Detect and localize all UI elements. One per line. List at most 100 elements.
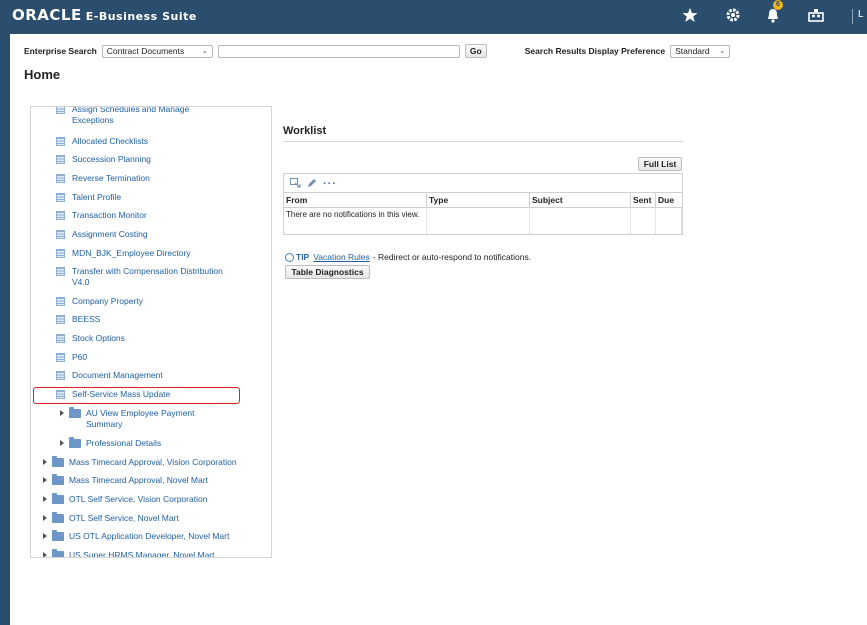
- nav-folder-mass-timecard-novel[interactable]: Mass Timecard Approval, Novel Mart: [43, 474, 208, 486]
- nav-item-talent-profile[interactable]: Talent Profile: [56, 192, 121, 203]
- go-button[interactable]: Go: [464, 44, 487, 58]
- table-cell: [630, 207, 656, 234]
- expand-triangle-icon[interactable]: [43, 477, 47, 483]
- favorites-star-icon[interactable]: [679, 4, 701, 26]
- nav-item-transaction-monitor[interactable]: Transaction Monitor: [56, 210, 147, 221]
- page-icon: [56, 267, 65, 276]
- nav-item-label: P60: [72, 352, 88, 362]
- nav-folder-us-super-hrms[interactable]: US Super HRMS Manager, Novel Mart: [43, 549, 215, 557]
- nav-folder-au-payment-summary[interactable]: AU View Employee Payment Summary: [60, 407, 210, 430]
- navigator-tree-panel: Assign Schedules and Manage Exceptions A…: [30, 106, 272, 558]
- nav-item-label: Company Property: [72, 296, 143, 306]
- folder-icon: [52, 474, 64, 485]
- table-header-row: From Type Subject Sent Due: [284, 192, 682, 208]
- nav-folder-professional-details[interactable]: Professional Details: [60, 437, 162, 449]
- notifications-bell-icon[interactable]: 6: [762, 0, 784, 26]
- nav-item-self-service-mass-update[interactable]: Self-Service Mass Update: [56, 389, 170, 400]
- expand-triangle-icon[interactable]: [43, 552, 47, 557]
- nav-item-label: Talent Profile: [72, 192, 122, 202]
- brand-name: ORACLE: [12, 6, 82, 24]
- toolbar-separator: [852, 9, 853, 24]
- people-group-icon[interactable]: [805, 4, 827, 26]
- nav-item-transfer-compensation[interactable]: Transfer with Compensation Distribution …: [56, 266, 236, 288]
- oracle-logo[interactable]: ORACLE E-Business Suite: [12, 6, 197, 24]
- nav-item-document-management[interactable]: Document Management: [56, 370, 163, 381]
- search-preference-label: Search Results Display Preference: [524, 46, 666, 56]
- nav-folder-mass-timecard-vision[interactable]: Mass Timecard Approval, Vision Corporati…: [43, 456, 237, 468]
- nav-item-assignment-costing[interactable]: Assignment Costing: [56, 229, 148, 240]
- nav-item-succession-planning[interactable]: Succession Planning: [56, 154, 151, 165]
- edit-pencil-icon[interactable]: [307, 178, 317, 190]
- column-header-due[interactable]: Due: [655, 192, 682, 208]
- nav-item-employee-directory[interactable]: MDN_BJK_Employee Directory: [56, 248, 191, 259]
- expand-triangle-icon[interactable]: [60, 410, 64, 416]
- expand-triangle-icon[interactable]: [43, 459, 47, 465]
- folder-icon: [52, 493, 64, 504]
- folder-icon: [52, 530, 64, 541]
- nav-item-reverse-termination[interactable]: Reverse Termination: [56, 173, 150, 184]
- user-menu[interactable]: L: [858, 9, 864, 20]
- folder-icon: [52, 512, 64, 523]
- worklist-divider: [283, 141, 683, 142]
- table-cell: [426, 207, 530, 234]
- column-header-from[interactable]: From: [284, 192, 427, 208]
- nav-item-allocated-checklists[interactable]: Allocated Checklists: [56, 136, 148, 147]
- page-icon: [56, 297, 65, 306]
- tip-text: - Redirect or auto-respond to notificati…: [372, 252, 532, 262]
- page-icon: [56, 390, 65, 399]
- expand-triangle-icon[interactable]: [43, 515, 47, 521]
- nav-item-label: Transaction Monitor: [72, 210, 147, 220]
- nav-item-label: US OTL Application Developer, Novel Mart: [69, 531, 230, 541]
- nav-folder-otl-novel[interactable]: OTL Self Service, Novel Mart: [43, 512, 179, 524]
- nav-item-p60[interactable]: P60: [56, 352, 87, 363]
- page-icon: [56, 193, 65, 202]
- chevron-down-icon: ⌄: [201, 47, 208, 55]
- nav-item-label: Stock Options: [72, 333, 125, 343]
- page-icon: [56, 315, 65, 324]
- more-actions-icon[interactable]: ···: [323, 178, 337, 190]
- page-icon: [56, 137, 65, 146]
- page-icon: [56, 334, 65, 343]
- worklist-toolbar: ···: [290, 178, 337, 190]
- notification-count-badge: 6: [773, 0, 783, 10]
- nav-item-label: Mass Timecard Approval, Novel Mart: [69, 475, 208, 485]
- column-header-sent[interactable]: Sent: [630, 192, 656, 208]
- nav-folder-otl-vision[interactable]: OTL Self Service, Vision Corporation: [43, 493, 207, 505]
- search-category-select[interactable]: Contract Documents ⌄: [101, 44, 213, 58]
- nav-item-stock-options[interactable]: Stock Options: [56, 333, 125, 344]
- full-list-button[interactable]: Full List: [638, 157, 682, 171]
- tip-check-icon: [285, 252, 294, 262]
- nav-item-company-property[interactable]: Company Property: [56, 296, 143, 307]
- nav-item-label: Transfer with Compensation Distribution …: [72, 266, 223, 287]
- expand-triangle-icon[interactable]: [43, 533, 47, 539]
- column-header-subject[interactable]: Subject: [529, 192, 631, 208]
- table-diagnostics-button[interactable]: Table Diagnostics: [285, 265, 370, 279]
- nav-item-assign-schedules[interactable]: Assign Schedules and Manage Exceptions: [56, 106, 226, 126]
- empty-message: There are no notifications in this view.: [284, 207, 427, 234]
- chevron-down-icon: ⌄: [719, 47, 726, 55]
- nav-item-beess[interactable]: BEESS: [56, 314, 100, 325]
- nav-item-label: Allocated Checklists: [72, 136, 149, 146]
- search-input[interactable]: [217, 44, 460, 58]
- settings-gear-icon[interactable]: [722, 4, 744, 26]
- nav-item-label: Assign Schedules and Manage Exceptions: [72, 106, 190, 125]
- column-header-type[interactable]: Type: [426, 192, 530, 208]
- nav-folder-us-otl-developer[interactable]: US OTL Application Developer, Novel Mart: [43, 530, 230, 542]
- display-preference-select[interactable]: Standard ⌄: [670, 44, 731, 58]
- expand-triangle-icon[interactable]: [60, 440, 64, 446]
- nav-item-label: Reverse Termination: [72, 173, 150, 183]
- page-icon: [56, 211, 65, 220]
- nav-item-label: Professional Details: [86, 438, 162, 448]
- vacation-rules-link[interactable]: Vacation Rules: [313, 252, 370, 262]
- expand-triangle-icon[interactable]: [43, 496, 47, 502]
- folder-icon: [69, 437, 81, 448]
- detach-icon[interactable]: [290, 178, 301, 190]
- tip-label: TIP: [296, 252, 310, 262]
- nav-item-label: OTL Self Service, Novel Mart: [69, 513, 179, 523]
- page-icon: [56, 174, 65, 183]
- folder-icon: [52, 549, 64, 557]
- nav-item-label: Succession Planning: [72, 154, 151, 164]
- folder-icon: [69, 407, 81, 418]
- nav-item-label: AU View Employee Payment Summary: [86, 408, 195, 429]
- nav-item-label: Mass Timecard Approval, Vision Corporati…: [69, 457, 237, 467]
